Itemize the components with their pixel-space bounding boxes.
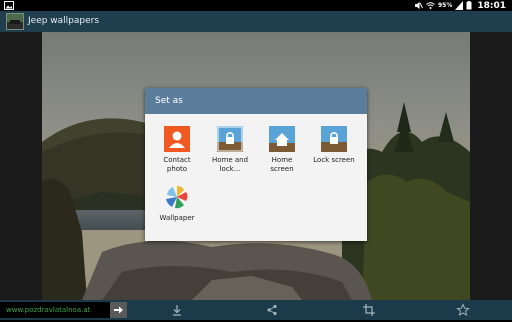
action-bar: Jeep wallpapers [0, 11, 512, 32]
mute-icon [414, 2, 423, 9]
app-title: Jeep wallpapers [28, 16, 100, 26]
option-contact-photo[interactable]: Contact photo [153, 126, 201, 174]
option-label: Home screen [270, 156, 294, 173]
status-bar: 95% 18:01 [0, 0, 512, 11]
download-icon[interactable] [170, 303, 184, 317]
option-wallpaper[interactable]: Wallpaper [153, 184, 201, 223]
site-link[interactable]: www.pozdravlatalnoa.at [0, 302, 110, 318]
option-home-and-lock[interactable]: Home and lock... [206, 126, 254, 174]
option-home-screen[interactable]: Home screen [258, 126, 306, 174]
arrow-right-icon [114, 306, 123, 314]
option-label: Wallpaper [159, 214, 195, 222]
dialog-header: Set as [145, 88, 367, 114]
home-and-lock-icon [217, 126, 243, 152]
wifi-icon [426, 2, 435, 9]
option-lock-screen[interactable]: Lock screen [309, 126, 359, 165]
set-as-dialog: Set as Contact photo Home and lock... Ho… [145, 88, 367, 241]
star-icon[interactable] [456, 303, 470, 317]
home-screen-icon [269, 126, 295, 152]
go-button[interactable] [110, 302, 127, 318]
wallpaper-icon [164, 184, 190, 210]
contact-photo-icon [164, 126, 190, 152]
signal-icon [455, 1, 464, 10]
app-thumbnail-icon[interactable] [6, 13, 24, 30]
image-notification-icon [4, 1, 14, 10]
option-label: Contact photo [163, 156, 191, 173]
battery-percent: 95% [437, 2, 453, 9]
option-label: Home and lock... [211, 156, 249, 173]
battery-icon [466, 1, 472, 10]
option-label: Lock screen [313, 156, 355, 164]
share-icon[interactable] [265, 303, 279, 317]
lock-screen-icon [321, 126, 347, 152]
clock: 18:01 [477, 0, 506, 11]
dialog-title: Set as [155, 96, 183, 106]
crop-icon[interactable] [362, 303, 376, 317]
